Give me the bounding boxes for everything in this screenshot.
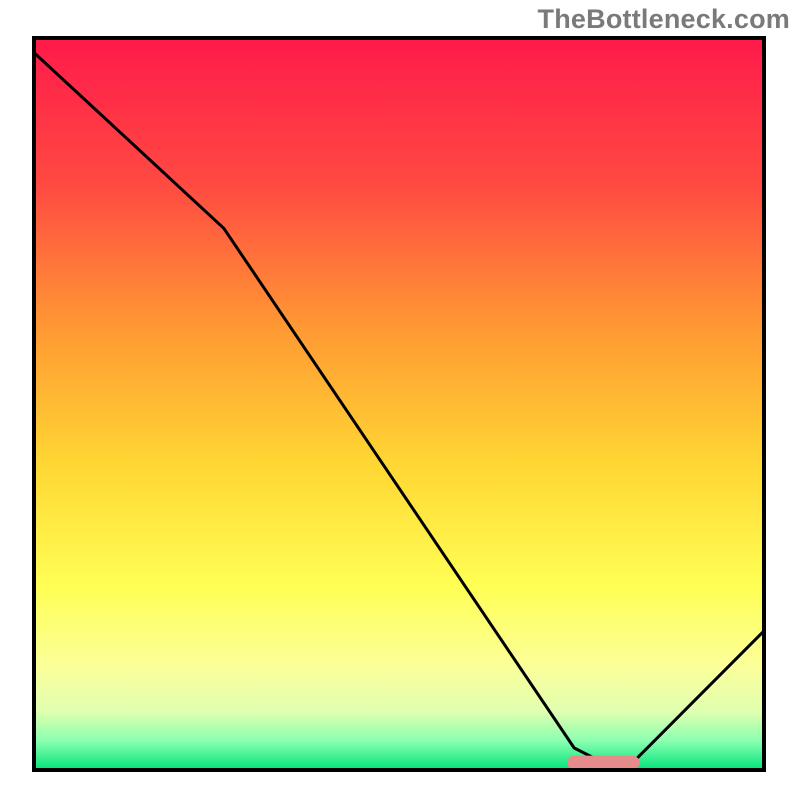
bottleneck-chart: TheBottleneck.com <box>0 0 800 800</box>
chart-svg <box>0 0 800 800</box>
plot-background <box>34 38 764 770</box>
watermark-text: TheBottleneck.com <box>538 4 790 35</box>
